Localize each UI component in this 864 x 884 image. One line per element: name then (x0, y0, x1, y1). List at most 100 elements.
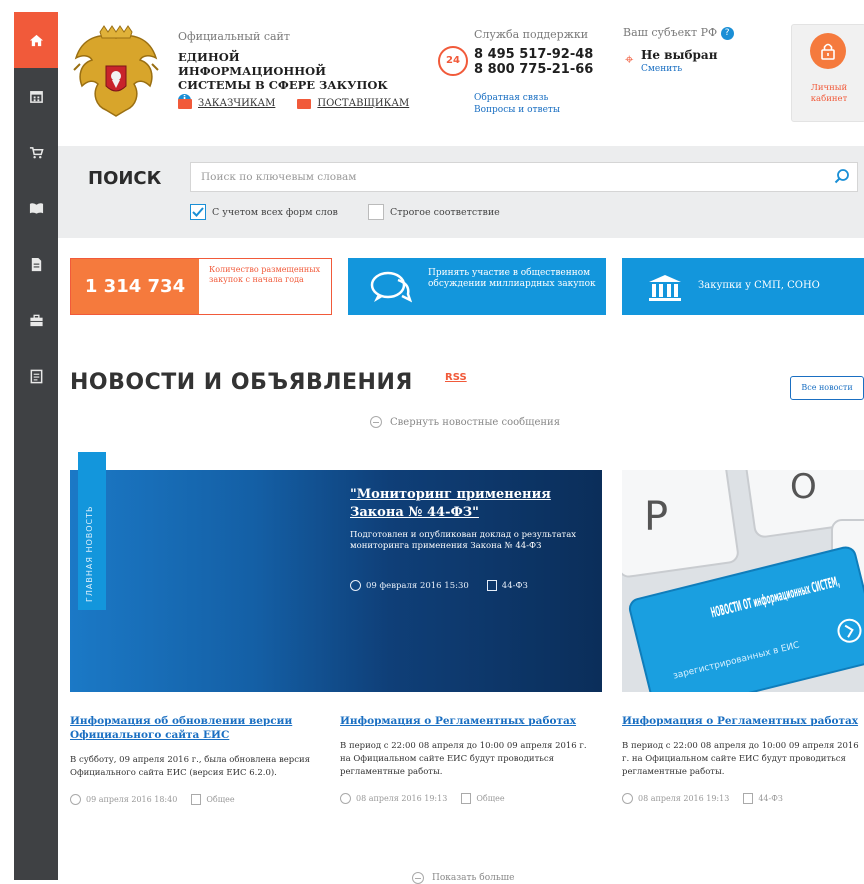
main-news-tag: ГЛАВНАЯ НОВОСТЬ (78, 452, 106, 610)
region-caption-row: Ваш субъект РФ ? (623, 26, 773, 40)
phone-1[interactable]: 8 495 517-92-48 (474, 47, 593, 62)
category-icon (461, 793, 472, 804)
all-news-button[interactable]: Все новости (790, 376, 864, 400)
news-heading: НОВОСТИ И ОБЪЯВЛЕНИЯ (70, 370, 413, 395)
book-icon (29, 202, 43, 214)
support-links: Обратная связь Вопросы и ответы (474, 92, 560, 116)
purchases-count-value: 1 314 734 (71, 259, 199, 314)
collapse-news-label: Свернуть новостные сообщения (390, 416, 561, 428)
featured-news-description: Подготовлен и опубликован доклад о резул… (350, 530, 577, 551)
sidebar-item-documents[interactable] (14, 236, 58, 292)
news-card-category-wrap: 44-ФЗ (743, 793, 783, 804)
search-label: ПОИСК (88, 168, 162, 189)
featured-news-card[interactable]: "Мониторинг применения Закона № 44-ФЗ" П… (70, 470, 602, 692)
calendar-icon (29, 90, 43, 103)
customers-link-label: ЗАКАЗЧИКАМ (198, 98, 276, 109)
strict-match-checkbox[interactable]: Строгое соответствие (368, 204, 500, 220)
region-caption: Ваш субъект РФ (623, 26, 718, 39)
category-icon (486, 580, 497, 591)
news-card-title[interactable]: Информация об обновлении версии Официаль… (70, 714, 320, 742)
expand-icon (412, 872, 424, 884)
news-card-category: 44-ФЗ (758, 794, 783, 803)
help-icon[interactable]: ? (720, 26, 734, 40)
news-card-category-wrap: Общее (461, 793, 505, 804)
questions-link[interactable]: Вопросы и ответы (474, 104, 560, 116)
news-card-description: В период с 22:00 08 апреля до 10:00 09 а… (340, 741, 587, 777)
suppliers-link[interactable]: ПОСТАВЩИКАМ (297, 98, 409, 109)
news-card-title[interactable]: Информация о Регламентных работах (622, 714, 864, 728)
support-caption: Служба поддержки (474, 28, 589, 41)
region-value: Не выбран (641, 48, 718, 62)
lock-icon (810, 33, 846, 69)
category-icon (191, 794, 202, 805)
news-card-description: В период с 22:00 08 апреля до 10:00 09 а… (622, 741, 859, 777)
phone-2[interactable]: 8 800 775-21-66 (474, 62, 593, 77)
site-title-text: ЕДИНОЙ ИНФОРМАЦИОННОЙ СИСТЕМЫ В СФЕРЕ ЗА… (178, 50, 388, 92)
sidebar-item-book[interactable] (14, 180, 58, 236)
news-card-date: 09 апреля 2016 18:40 (86, 795, 178, 804)
sidebar-item-cart[interactable] (14, 124, 58, 180)
news-card-1: Информация об обновлении версии Официаль… (70, 714, 320, 805)
morphology-checkbox-label: С учетом всех форм слов (212, 206, 338, 218)
news-card-description: В субботу, 09 апреля 2016 г., была обнов… (70, 755, 311, 778)
morphology-checkbox[interactable]: С учетом всех форм слов (190, 204, 338, 220)
sidebar-item-home[interactable] (14, 12, 58, 68)
smp-purchases-tile[interactable]: Закупки у СМП, СОНО (622, 258, 864, 315)
news-card-date: 08 апреля 2016 19:13 (638, 794, 730, 803)
rss-link[interactable]: RSS (445, 372, 467, 383)
feedback-link[interactable]: Обратная связь (474, 92, 560, 104)
featured-news-title[interactable]: "Мониторинг применения Закона № 44-ФЗ" (350, 486, 590, 522)
region-selector: Ваш субъект РФ ? ⌖ Не выбран Сменить (623, 26, 773, 74)
show-more-link[interactable]: Показать больше (412, 872, 514, 884)
support-phones: 8 495 517-92-48 8 800 775-21-66 (474, 47, 593, 77)
strict-match-checkbox-label: Строгое соответствие (390, 206, 500, 218)
briefcase-icon (29, 314, 43, 326)
news-card-date-wrap: 08 апреля 2016 19:13 (622, 793, 729, 804)
clock-icon (340, 793, 351, 804)
public-discussion-tile[interactable]: Принять участие в общественном обсуждени… (348, 258, 606, 315)
purchases-count-text: Количество размещенных закупок с начала … (209, 265, 321, 284)
news-card-meta: 08 апреля 2016 19:13 44-ФЗ (622, 793, 864, 804)
featured-news-category: 44-ФЗ (501, 580, 528, 591)
suppliers-link-label: ПОСТАВЩИКАМ (317, 98, 410, 109)
coat-of-arms-logo[interactable] (70, 24, 162, 124)
clock-icon (70, 794, 81, 805)
support-24-icon: 24 (438, 46, 468, 76)
category-icon (743, 793, 754, 804)
location-pin-icon: ⌖ (625, 50, 634, 68)
keyboard-illustration: P O НОВОСТИ ОТ информационных СИСТЕМ, за… (622, 470, 864, 692)
featured-news-category-wrap: 44-ФЗ (486, 580, 528, 591)
news-card-date-wrap: 09 апреля 2016 18:40 (70, 794, 177, 805)
clock-icon (622, 793, 633, 804)
chat-bubbles-icon (370, 271, 412, 303)
site-header: Официальный сайт ЕДИНОЙ ИНФОРМАЦИОННОЙ С… (58, 12, 864, 142)
customers-link[interactable]: ЗАКАЗЧИКАМ (178, 98, 275, 109)
sidebar-item-notes[interactable] (14, 348, 58, 404)
info-systems-promo[interactable]: P O НОВОСТИ ОТ информационных СИСТЕМ, за… (622, 470, 864, 692)
collapse-news-link[interactable]: Свернуть новостные сообщения (370, 416, 560, 428)
sidebar-item-calendar[interactable] (14, 68, 58, 124)
public-discussion-text: Принять участие в общественном обсуждени… (428, 268, 596, 289)
search-input[interactable]: Поиск по ключевым словам (190, 162, 858, 192)
checkbox-unchecked-icon (368, 204, 384, 220)
news-card-meta: 09 апреля 2016 18:40 Общее (70, 794, 320, 805)
official-site-caption: Официальный сайт (178, 30, 290, 43)
personal-cabinet-label: Личный кабинет (810, 83, 848, 104)
featured-news-meta: 09 февраля 2016 15:30 44-ФЗ (350, 580, 528, 591)
checkbox-checked-icon (190, 204, 206, 220)
personal-cabinet-button[interactable]: Личный кабинет (791, 24, 864, 122)
featured-news-date: 09 февраля 2016 15:30 (366, 580, 469, 591)
suppliers-icon (297, 98, 312, 109)
customers-icon (178, 98, 192, 109)
svg-text:P: P (644, 494, 668, 540)
news-card-category: Общее (206, 795, 235, 804)
clock-icon (350, 580, 361, 591)
search-icon[interactable] (834, 168, 850, 184)
main-news-tag-label: ГЛАВНАЯ НОВОСТЬ (85, 505, 94, 602)
search-panel: ПОИСК Поиск по ключевым словам С учетом … (58, 146, 864, 238)
sidebar-item-briefcase[interactable] (14, 292, 58, 348)
news-card-title[interactable]: Информация о Регламентных работах (340, 714, 590, 728)
region-change-link[interactable]: Сменить (641, 64, 682, 74)
audience-links: ЗАКАЗЧИКАМ ПОСТАВЩИКАМ (178, 98, 409, 109)
purchases-count-tile[interactable]: 1 314 734 Количество размещенных закупок… (70, 258, 332, 315)
